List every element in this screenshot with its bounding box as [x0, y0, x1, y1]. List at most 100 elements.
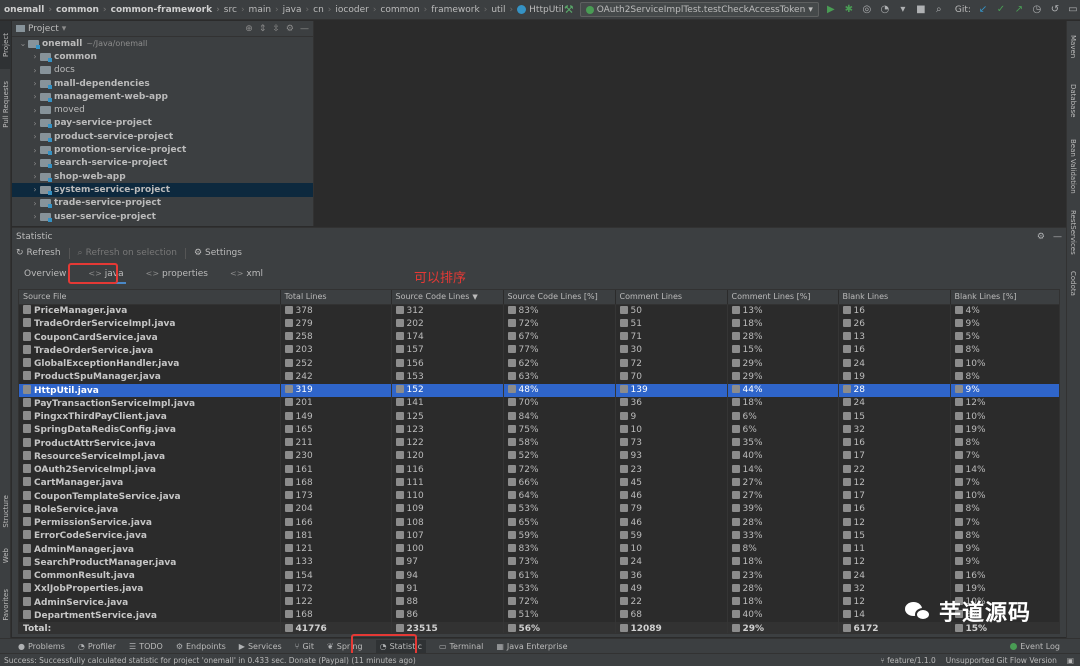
stop-icon[interactable]: ■ [915, 4, 927, 15]
chevron-right-icon[interactable]: › [30, 92, 40, 101]
more-run-icon[interactable]: ▾ [897, 4, 909, 15]
breadcrumb-item[interactable]: src › [224, 5, 249, 15]
table-row[interactable]: TradeOrderServiceImpl.java 279 202 72% 51 18%… [19, 317, 1059, 331]
breadcrumb-item[interactable]: cn › [313, 5, 335, 15]
tab-properties[interactable]: <> properties [142, 265, 212, 283]
breadcrumb-item[interactable]: common-framework › [111, 5, 224, 15]
table-row[interactable]: ErrorCodeService.java 181 107 59% 59 33% 15 8% [19, 529, 1059, 543]
editor-layout-icon[interactable]: ▭ [1067, 4, 1079, 15]
table-row[interactable]: ResourceServiceImpl.java 230 120 52% 93 40% 17… [19, 449, 1059, 463]
event-log-button[interactable]: Event Log [1010, 642, 1080, 651]
expand-all-icon[interactable]: ⇕ [259, 24, 267, 34]
chevron-right-icon[interactable]: › [30, 199, 40, 208]
collapse-all-icon[interactable]: ⇳ [272, 24, 280, 34]
tree-item[interactable]: ⌄ onemall ~/Java/onemall [12, 37, 313, 50]
table-row[interactable]: SpringDataRedisConfig.java 165 123 75% 10 6% 3… [19, 423, 1059, 437]
tree-item[interactable]: › system-service-project [12, 183, 313, 197]
table-row[interactable]: GlobalExceptionHandler.java 252 156 62% 72 29… [19, 357, 1059, 371]
breadcrumb-item[interactable]: java › [283, 5, 313, 15]
tree-item[interactable]: › product-service-project [12, 130, 313, 143]
breadcrumb-item[interactable]: main › [249, 5, 283, 15]
git-history-icon[interactable]: ◷ [1031, 4, 1043, 15]
git-push-icon[interactable]: ↗ [1013, 4, 1025, 15]
column-header[interactable]: Total Lines [280, 290, 392, 305]
table-row[interactable]: SearchProductManager.java 133 97 73% 24 18% 12… [19, 555, 1059, 569]
git-branch-widget[interactable]: ⑂ feature/1.1.0 [880, 656, 936, 665]
status-message[interactable]: Success: Successfully calculated statist… [4, 656, 416, 665]
tree-item[interactable]: › mall-dependencies [12, 77, 313, 90]
tree-item[interactable]: › search-service-project [12, 157, 313, 170]
chevron-down-icon[interactable]: ▾ [62, 24, 67, 34]
chevron-right-icon[interactable]: › [30, 146, 40, 155]
gear-icon[interactable]: ⚙ [1037, 232, 1045, 242]
breadcrumb-item[interactable]: iocoder › [335, 5, 380, 15]
column-header[interactable]: Source File [19, 290, 281, 305]
table-row[interactable]: HttpUtil.java 319 152 48% 139 44% 28 9% [19, 383, 1059, 397]
chevron-right-icon[interactable]: › [30, 172, 40, 181]
breadcrumb-item[interactable]: onemall › [4, 5, 56, 15]
table-row[interactable]: PriceManager.java 378 312 83% 50 13% 16 4% [19, 304, 1059, 318]
table-row[interactable]: PingxxThirdPayClient.java 149 125 84% 9 6% 15 1… [19, 410, 1059, 424]
git-commit-icon[interactable]: ✓ [995, 4, 1007, 15]
table-row[interactable]: XxlJobProperties.java 172 91 53% 49 28% 32 19% [19, 582, 1059, 596]
favorites-tool-button[interactable]: Favorites [0, 581, 11, 629]
tool-button-problems[interactable]: ● Problems [18, 642, 65, 651]
column-header[interactable]: Blank Lines [%] [950, 290, 1059, 305]
chevron-right-icon[interactable]: › [30, 119, 40, 128]
locate-icon[interactable]: ⊕ [245, 24, 253, 34]
chevron-right-icon[interactable]: › [30, 185, 40, 194]
tree-item[interactable]: › docs [12, 64, 313, 77]
web-tool-button[interactable]: Web [0, 541, 11, 571]
tree-item[interactable]: › management-web-app [12, 90, 313, 103]
debug-icon[interactable]: ✱ [843, 4, 855, 15]
tab-xml[interactable]: <> xml [226, 265, 267, 283]
column-header[interactable]: Blank Lines [838, 290, 951, 305]
refresh-on-selection-button[interactable]: ⌕ Refresh on selection [78, 248, 177, 258]
project-panel-title[interactable]: Project [28, 24, 59, 34]
tool-button-git[interactable]: ⑂ Git [295, 642, 314, 651]
git-flow-widget[interactable]: Unsupported Git Flow Version [946, 656, 1057, 665]
structure-tool-button[interactable]: Structure [0, 489, 11, 533]
database-tool-button[interactable]: Database [1066, 79, 1080, 123]
run-icon[interactable]: ▶ [825, 4, 837, 15]
tool-button-endpoints[interactable]: ⚙ Endpoints [176, 642, 226, 651]
column-header[interactable]: Source Code Lines [%] [503, 290, 616, 305]
maven-tool-button[interactable]: Maven [1066, 29, 1080, 65]
chevron-right-icon[interactable]: › [30, 132, 40, 141]
run-configuration-select[interactable]: OAuth2ServiceImplTest.testCheckAccessTok… [579, 2, 819, 17]
table-row[interactable]: CouponTemplateService.java 173 110 64% 46 27%… [19, 489, 1059, 503]
tool-button-todo[interactable]: ☰ TODO [129, 642, 163, 651]
lock-icon[interactable]: ▣ [1067, 656, 1074, 665]
rest-services-tool-button[interactable]: RestServices [1066, 207, 1080, 257]
chevron-right-icon[interactable]: › [30, 212, 40, 221]
table-row[interactable]: AdminService.java 122 88 72% 22 18% 12 10% [19, 595, 1059, 609]
chevron-right-icon[interactable]: › [30, 52, 40, 61]
column-header[interactable]: Source Code Lines ▼ [391, 290, 504, 305]
tool-button-terminal[interactable]: ▭ Terminal [439, 642, 483, 651]
tool-button-profiler[interactable]: ◔ Profiler [78, 642, 116, 651]
gear-icon[interactable]: ⚙ [286, 24, 294, 34]
profile-icon[interactable]: ◔ [879, 4, 891, 15]
git-rollback-icon[interactable]: ↺ [1049, 4, 1061, 15]
tree-item[interactable]: › trade-service-project [12, 197, 313, 210]
breadcrumb-item[interactable]: HttpUtil [517, 5, 564, 15]
hide-icon[interactable]: — [300, 24, 309, 34]
breadcrumb-item[interactable]: common › [380, 5, 431, 15]
tool-button-java-enterprise[interactable]: ▦ Java Enterprise [496, 642, 567, 651]
pull-requests-tool-button[interactable]: Pull Requests [0, 73, 11, 135]
codota-tool-button[interactable]: Codota [1066, 265, 1080, 301]
tree-item[interactable]: › pay-service-project [12, 117, 313, 130]
tree-item[interactable]: › common [12, 50, 313, 63]
hide-icon[interactable]: — [1053, 232, 1062, 242]
breadcrumb-item[interactable]: common › [56, 5, 111, 15]
tool-button-services[interactable]: ▶ Services [239, 642, 282, 651]
table-row[interactable]: ProductSpuManager.java 242 153 63% 70 29% 19 8% [19, 370, 1059, 384]
editor-area[interactable] [315, 21, 1066, 226]
bean-validation-tool-button[interactable]: Bean Validation [1066, 133, 1080, 199]
table-row[interactable]: PayTransactionServiceImpl.java 201 141 70% 3… [19, 396, 1059, 410]
table-row[interactable]: AdminManager.java 121 100 83% 10 8% 11 9% [19, 542, 1059, 556]
tree-item[interactable]: › shop-web-app [12, 170, 313, 183]
table-row[interactable]: RoleService.java 204 109 53% 79 39% 16 8% [19, 502, 1059, 516]
refresh-button[interactable]: ↻ Refresh [16, 248, 61, 258]
table-row[interactable]: DepartmentService.java 168 86 51% 68 40% 14 8% [19, 608, 1059, 622]
